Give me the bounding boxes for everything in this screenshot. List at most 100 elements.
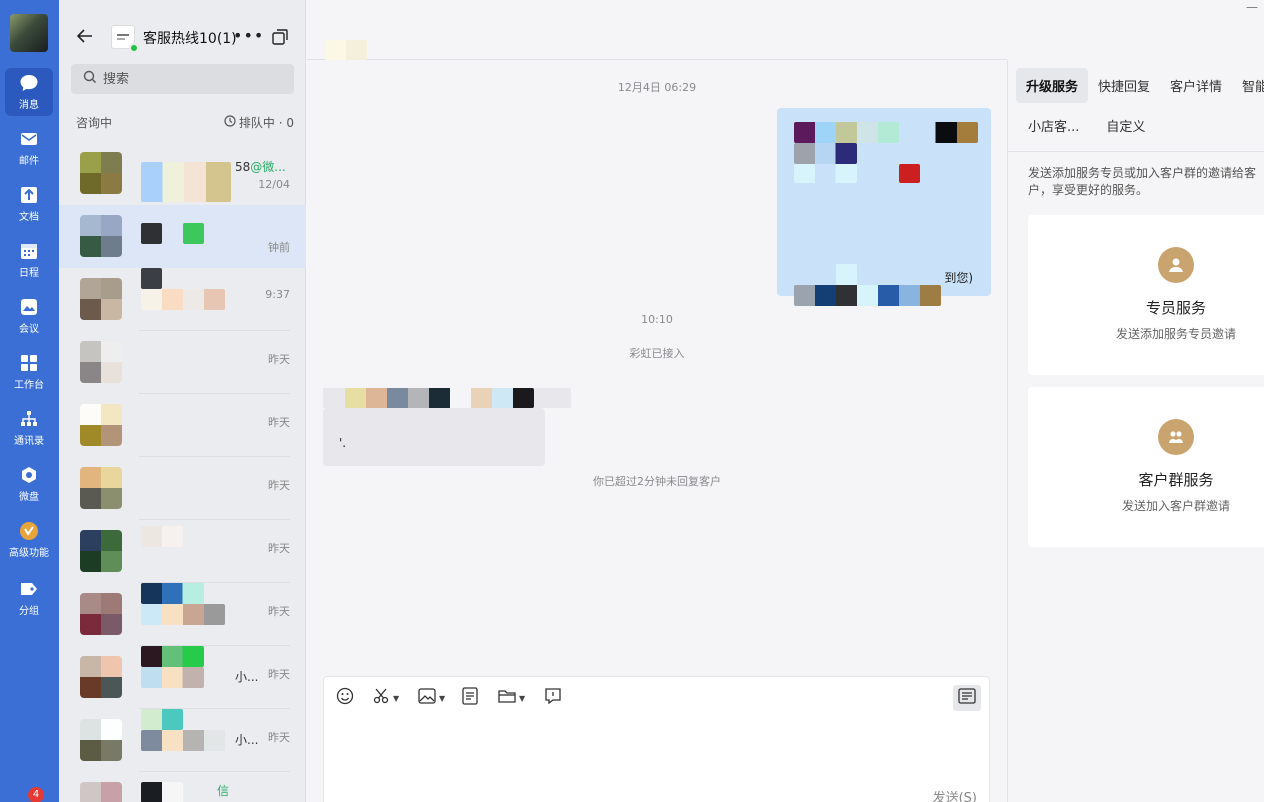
queue-status[interactable]: 排队中 · 0 (224, 114, 294, 131)
tab-customer-details[interactable]: 客户详情 (1160, 68, 1232, 103)
file-button[interactable]: ▼ (498, 687, 525, 709)
no-reply-warning: 你已超过2分钟未回复客户 (593, 475, 721, 488)
row-time: 昨天 (268, 668, 290, 681)
list-header: 客服热线10(1) ••• (59, 0, 306, 60)
person-icon (1158, 247, 1194, 283)
list-item[interactable]: 昨天 (59, 394, 306, 457)
tab-quick-reply[interactable]: 快捷回复 (1088, 68, 1160, 103)
subtab-custom[interactable]: 自定义 (1106, 116, 1145, 135)
card-subtitle: 发送添加服务专员邀请 (1115, 327, 1236, 341)
cloud-drive-icon (19, 465, 39, 485)
card-subtitle: 发送加入客户群邀请 (1121, 499, 1230, 513)
caret-down-icon: ▼ (393, 693, 400, 703)
row-name: 小... (235, 733, 259, 747)
row-time: 钟前 (268, 241, 290, 254)
nav-label: 高级功能 (9, 548, 49, 559)
row-time: 昨天 (268, 479, 290, 492)
list-item[interactable]: 昨天 (59, 331, 306, 394)
caret-down-icon: ▼ (439, 693, 446, 703)
list-item[interactable]: 信 (59, 772, 306, 802)
message-composer[interactable]: ▼ ▼ ▼ 发送(S) (323, 676, 990, 802)
list-item[interactable]: 昨天 (59, 520, 306, 583)
filter-row: 咨询中 排队中 · 0 (59, 112, 306, 132)
document-icon (462, 687, 478, 709)
row-name: 58@微... (235, 160, 286, 174)
panel-tabs: 升级服务 快捷回复 客户详情 智能 (1016, 68, 1264, 103)
nav-label: 通讯录 (14, 436, 44, 447)
nav-item-drive[interactable]: 微盘 (5, 460, 53, 508)
back-arrow-icon[interactable] (75, 26, 95, 46)
avatar (80, 656, 122, 698)
avatar (80, 782, 122, 802)
workbench-icon (19, 353, 39, 373)
service-line-avatar (111, 25, 139, 53)
row-time: 12/04 (258, 178, 290, 191)
timestamp: 10:10 (641, 313, 673, 326)
nav-item-workbench[interactable]: 工作台 (5, 348, 53, 396)
list-item[interactable]: 昨天 (59, 583, 306, 646)
conversation-title: 客服热线10(1) (143, 31, 237, 47)
nav-item-premium[interactable]: 高级功能 (5, 516, 53, 564)
avatar (80, 404, 122, 446)
nav-item-contacts[interactable]: 通讯录 (5, 404, 53, 452)
search-box[interactable] (71, 64, 294, 94)
avatar (80, 278, 122, 320)
chat-pane: 12月4日 06:29 到您) 10:10 彩虹已接入 '. 你已超过2分钟未回… (307, 0, 1007, 802)
mail-icon (19, 129, 39, 149)
calendar-icon (19, 241, 39, 261)
avatar (80, 719, 122, 761)
divider (1008, 151, 1264, 152)
nav-item-messages[interactable]: 消息 (5, 68, 53, 116)
card-title: 客户群服务 (1138, 471, 1214, 489)
nav-item-groups[interactable]: 分组 (5, 574, 53, 622)
message-bubble-outgoing[interactable]: 到您) (777, 108, 991, 306)
document-button[interactable] (462, 687, 478, 709)
group-tag-icon (19, 579, 39, 599)
contacts-icon (19, 409, 39, 429)
screenshot-button[interactable]: ▼ (372, 687, 399, 709)
document-icon (19, 185, 39, 205)
more-options-button[interactable]: ••• (233, 26, 264, 45)
quick-reply-button[interactable] (544, 687, 562, 709)
send-button[interactable]: 发送(S) (933, 787, 977, 802)
popout-window-icon[interactable] (271, 28, 289, 46)
tab-upgrade-service[interactable]: 升级服务 (1016, 68, 1089, 103)
row-name: 小... (235, 670, 259, 684)
emoji-button[interactable] (336, 687, 354, 709)
tab-smart[interactable]: 智能 (1232, 68, 1264, 103)
group-icon (1158, 419, 1194, 455)
list-item[interactable]: 小... 昨天 (59, 709, 306, 772)
nav-item-meeting[interactable]: 会议 (5, 292, 53, 340)
dedicated-service-card[interactable]: 专员服务 发送添加服务专员邀请 (1028, 215, 1264, 375)
nav-item-mail[interactable]: 邮件 (5, 124, 53, 172)
list-item[interactable]: 9:37 (59, 268, 306, 331)
image-button[interactable]: ▼ (418, 687, 445, 709)
right-panel: 升级服务 快捷回复 客户详情 智能 小店客... 自定义 发送添加服务专员或加入… (1007, 60, 1264, 802)
my-avatar[interactable] (10, 14, 48, 52)
queue-label: 排队中 · 0 (238, 116, 294, 130)
message-square-icon (544, 687, 562, 709)
list-card-icon (958, 688, 976, 708)
nav-label: 日程 (19, 268, 39, 279)
row-time: 昨天 (268, 416, 290, 429)
customer-group-card[interactable]: 客户群服务 发送加入客户群邀请 (1028, 387, 1264, 547)
message-bubble-incoming[interactable]: '. (323, 388, 571, 466)
nav-label: 工作台 (14, 380, 44, 391)
timestamp: 12月4日 06:29 (617, 81, 697, 94)
tab-consulting[interactable]: 咨询中 (76, 114, 112, 131)
search-icon (83, 70, 97, 88)
conversation-rows: 58@微... 12/04 钟前 9:37 昨天 昨天 昨天 昨天 昨天 小..… (59, 142, 306, 802)
nav-label: 会议 (19, 324, 39, 335)
chat-bubble-icon (19, 73, 39, 93)
avatar (80, 467, 122, 509)
list-item[interactable]: 昨天 (59, 457, 306, 520)
list-item[interactable]: 58@微... 12/04 (59, 142, 306, 205)
nav-item-calendar[interactable]: 日程 (5, 236, 53, 284)
search-input[interactable] (103, 71, 283, 87)
minimize-button[interactable]: — (1246, 0, 1258, 14)
chat-record-button[interactable] (953, 685, 981, 711)
subtab-shop-customer[interactable]: 小店客... (1028, 116, 1079, 135)
list-item[interactable]: 钟前 (59, 205, 306, 268)
nav-item-docs[interactable]: 文档 (5, 180, 53, 228)
list-item[interactable]: 小... 昨天 (59, 646, 306, 709)
